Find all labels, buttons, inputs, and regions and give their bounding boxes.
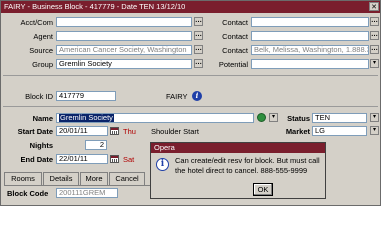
group-field[interactable]: Gremlin Society xyxy=(56,59,192,69)
block-code-field[interactable]: 200111GREM xyxy=(56,188,118,198)
start-date-field[interactable]: 20/01/11 xyxy=(56,126,108,136)
status-field[interactable]: TEN xyxy=(312,113,367,123)
acct-com-field[interactable] xyxy=(56,17,192,27)
potential-field[interactable] xyxy=(251,59,369,69)
contact-1-label: Contact xyxy=(222,18,248,27)
contact-3-field[interactable]: Belk, Melissa, Washington, 1.888.33 xyxy=(251,45,369,55)
contact-2-field[interactable] xyxy=(251,31,369,41)
market-label: Market xyxy=(285,127,310,136)
acct-com-label: Acct/Com xyxy=(20,18,53,27)
calendar-icon[interactable] xyxy=(110,127,119,135)
start-date-label: Start Date xyxy=(17,127,53,136)
end-date-field[interactable]: 22/01/11 xyxy=(56,154,108,164)
contact-3-label: Contact xyxy=(222,46,248,55)
agent-label: Agent xyxy=(33,32,53,41)
group-lov-button[interactable]: … xyxy=(194,59,203,68)
close-icon[interactable]: ✕ xyxy=(369,2,379,11)
ok-button[interactable]: OK xyxy=(253,183,273,196)
agent-field[interactable] xyxy=(56,31,192,41)
start-day-label: Thu xyxy=(123,127,136,136)
contact-2-label: Contact xyxy=(222,32,248,41)
contact-1-lov-button[interactable]: … xyxy=(370,17,379,26)
window-titlebar: FAIRY - Business Block - 417779 - Date T… xyxy=(1,1,380,13)
group-label: Group xyxy=(32,60,53,69)
contact-1-field[interactable] xyxy=(251,17,369,27)
name-field[interactable]: Gremlin Society xyxy=(56,113,254,123)
opera-message-dialog: Opera i Can create/edit resv for block. … xyxy=(150,142,326,199)
business-block-window: FAIRY - Business Block - 417779 - Date T… xyxy=(0,0,381,206)
dialog-message: Can create/edit resv for block. But must… xyxy=(175,156,320,175)
tab-cancel[interactable]: Cancel xyxy=(109,172,145,185)
owner-label: FAIRY xyxy=(166,92,188,101)
calendar-icon[interactable] xyxy=(110,155,119,163)
block-code-label: Block Code xyxy=(7,189,49,198)
potential-dropdown-button[interactable]: ▾ xyxy=(370,59,379,68)
block-id-field: 417779 xyxy=(56,91,116,101)
status-dropdown-button[interactable]: ▾ xyxy=(370,113,379,122)
shoulder-start-label: Shoulder Start xyxy=(151,127,199,136)
contact-3-lov-button[interactable]: … xyxy=(370,45,379,54)
window-title: FAIRY - Business Block - 417779 - Date T… xyxy=(4,2,186,11)
tab-details[interactable]: Details xyxy=(43,172,79,185)
market-dropdown-button[interactable]: ▾ xyxy=(370,126,379,135)
source-label: Source xyxy=(29,46,53,55)
globe-icon[interactable] xyxy=(257,113,266,122)
info-icon[interactable]: i xyxy=(192,91,202,101)
end-day-label: Sat xyxy=(123,155,135,164)
tab-rooms[interactable]: Rooms xyxy=(4,172,42,185)
name-value: Gremlin Society xyxy=(59,113,114,122)
tab-more[interactable]: More xyxy=(80,172,108,185)
nights-label: Nights xyxy=(29,141,53,150)
acct-com-lov-button[interactable]: … xyxy=(194,17,203,26)
section-divider xyxy=(3,75,378,76)
dialog-title: Opera xyxy=(151,143,325,153)
block-id-label: Block ID xyxy=(25,92,53,101)
contact-2-lov-button[interactable]: … xyxy=(370,31,379,40)
agent-lov-button[interactable]: … xyxy=(194,31,203,40)
section-divider xyxy=(3,106,378,107)
end-date-label: End Date xyxy=(20,155,53,164)
nights-field[interactable]: 2 xyxy=(85,140,107,150)
source-lov-button[interactable]: … xyxy=(194,45,203,54)
market-field[interactable]: LG xyxy=(312,126,367,136)
source-field[interactable]: American Cancer Society, Washington xyxy=(56,45,192,55)
information-icon: i xyxy=(156,158,169,171)
status-label: Status xyxy=(287,114,310,123)
potential-label: Potential xyxy=(218,60,248,69)
name-label: Name xyxy=(32,114,53,123)
